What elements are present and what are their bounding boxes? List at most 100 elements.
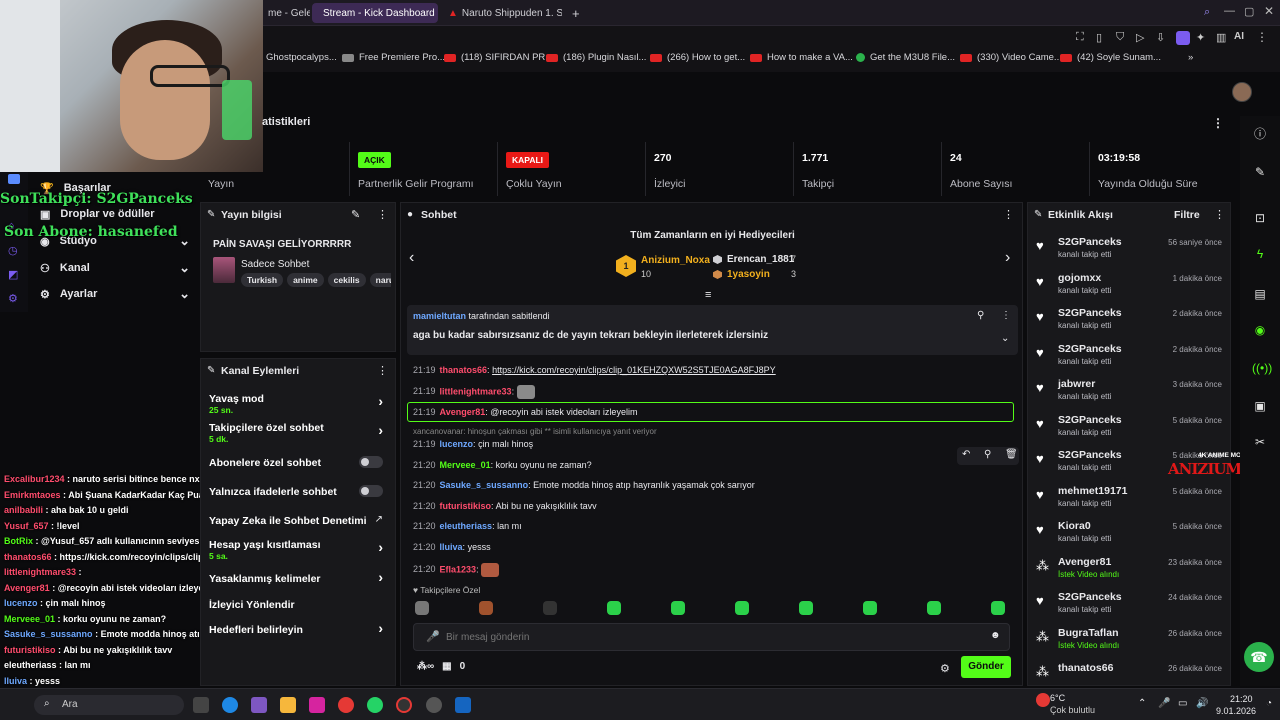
more-icon[interactable]: ⋮ — [1003, 208, 1014, 221]
bookmark-item[interactable]: Ghostpocalyps... — [266, 52, 337, 63]
bookmark-item[interactable]: (186) Plugin Nasıl... — [546, 52, 646, 63]
browser-tab-active[interactable]: Stream - Kick Dashboard — [312, 3, 438, 23]
activity-event[interactable]: ♥ S2GPanceks kanalı takip etti 24 dakika ön… — [1030, 589, 1228, 621]
edge-icon[interactable] — [222, 697, 238, 713]
more-icon[interactable]: ⋮ — [377, 364, 388, 377]
minimize-icon[interactable]: — — [1224, 5, 1235, 17]
followers-only-row[interactable]: Takipçilere özel sohbet 5 dk. — [209, 422, 389, 444]
pin-icon[interactable]: ⚲ — [977, 310, 984, 321]
target-icon[interactable]: ⊡ — [1252, 210, 1268, 226]
mic-icon[interactable]: 🎤 — [426, 630, 440, 643]
taskbar-search[interactable]: ⌕ Ara — [34, 695, 184, 715]
activity-event[interactable]: ♥ jabwrer kanalı takip etti 3 dakika önce — [1030, 376, 1228, 408]
support-chat-button[interactable]: ☎ — [1244, 642, 1274, 672]
copilot-icon[interactable] — [251, 697, 267, 713]
emote-button[interactable] — [735, 601, 749, 615]
network-icon[interactable]: ▭ — [1178, 698, 1187, 709]
bookmark-item[interactable]: (42) Soyle Sunam... — [1060, 52, 1161, 63]
chat-message[interactable]: 21:20 lluiva: yesss — [413, 542, 491, 552]
info-icon[interactable]: ⓘ — [1252, 126, 1268, 142]
collapse-icon[interactable]: ≡ — [705, 289, 711, 301]
store-icon[interactable]: ▦ — [442, 661, 451, 672]
chat-input[interactable] — [446, 629, 966, 645]
chat-message[interactable]: 21:20 Sasuke_s_sussanno: Emote modda hino… — [413, 480, 755, 490]
bookmark-item[interactable]: (330) Video Came... — [960, 52, 1062, 63]
user-avatar[interactable] — [1232, 82, 1252, 102]
goals-row[interactable]: Hedefleri belirleyin — [209, 624, 389, 636]
emote-button[interactable] — [671, 601, 685, 615]
pin-icon[interactable]: ⚲ — [984, 449, 991, 460]
bookmark-item[interactable]: How to make a VA... — [750, 52, 853, 63]
instagram-icon[interactable] — [309, 697, 325, 713]
chat-message[interactable]: 21:19 lucenzo: çin malı hinoş — [413, 439, 533, 449]
activity-event[interactable]: ⁂ Avenger81 İstek Video alındı 23 dakika ön… — [1030, 554, 1228, 586]
lightning-icon[interactable]: ϟ — [1252, 246, 1268, 262]
browser-tab[interactable]: me - Gele — [262, 3, 310, 23]
emoji-icon[interactable]: ☻ — [990, 630, 1001, 641]
ai-button[interactable]: AI — [1234, 31, 1244, 42]
activity-event[interactable]: ♥ S2GPanceks kanalı takip etti 2 dakika önc… — [1030, 305, 1228, 337]
volume-icon[interactable]: 🔊 — [1196, 698, 1208, 709]
bookmark-item[interactable]: Free Premiere Pro... — [342, 52, 445, 63]
send-button[interactable]: Gönder — [961, 656, 1011, 678]
chat-message[interactable]: 21:20 futuristikiso: Abi bu ne yakışıklıl… — [413, 501, 597, 511]
emote-button[interactable] — [799, 601, 813, 615]
gear-icon[interactable]: ⚙ — [940, 662, 950, 675]
banned-words-row[interactable]: Yasaklanmış kelimeler — [209, 573, 389, 585]
emote-button[interactable] — [543, 601, 557, 615]
chevron-down-icon[interactable]: ⌄ — [1001, 333, 1009, 344]
bookmark-overflow[interactable]: » — [1188, 52, 1193, 63]
more-icon[interactable]: ⋮ — [1001, 310, 1011, 321]
activity-event[interactable]: ♥ S2GPanceks kanalı takip etti 5 dakika önc… — [1030, 412, 1228, 444]
new-tab-button[interactable]: + — [566, 3, 582, 23]
tag-chip[interactable]: naru — [369, 273, 391, 287]
chevron-left-icon[interactable]: ‹ — [409, 249, 414, 267]
wrench-icon[interactable]: ✂ — [1252, 434, 1268, 450]
play-icon[interactable]: ▷ — [1136, 31, 1144, 44]
emote-button[interactable] — [863, 601, 877, 615]
whatsapp-icon[interactable] — [367, 697, 383, 713]
bookmark-item[interactable]: Get the M3U8 File... — [856, 52, 955, 63]
activity-event[interactable]: ♥ Kiora0 kanalı takip etti 5 dakika önce — [1030, 518, 1228, 550]
download-icon[interactable]: ⇩ — [1156, 31, 1165, 44]
chat-icon[interactable]: ◉ — [1252, 322, 1268, 338]
activity-event[interactable]: ♥ S2GPanceks kanalı takip etti 56 saniye ön… — [1030, 234, 1228, 266]
extension-icon[interactable] — [1176, 31, 1190, 45]
emote-button[interactable] — [415, 601, 429, 615]
emotes-only-toggle[interactable] — [359, 485, 383, 497]
chat-message[interactable]: 21:19 Avenger81: @recoyin abi istek video… — [413, 407, 637, 417]
twitch-icon[interactable] — [8, 174, 20, 184]
app-icon[interactable] — [426, 697, 442, 713]
tag-chip[interactable]: Turkish — [241, 273, 284, 287]
activity-event[interactable]: ♥ S2GPanceks kanalı takip etti 2 dakika önc… — [1030, 341, 1228, 373]
nav-item-drops[interactable]: ▣ Droplar ve ödüller — [40, 204, 155, 224]
chevron-right-icon[interactable]: › — [378, 422, 383, 438]
notification-icon[interactable]: ◔ — [1266, 698, 1272, 709]
mic-icon[interactable]: 🎤 — [1158, 698, 1170, 709]
fullscreen-icon[interactable]: ⛶ — [1076, 31, 1084, 44]
more-icon[interactable]: ⋮ — [377, 208, 388, 221]
maximize-icon[interactable]: ▢ — [1244, 5, 1254, 18]
ai-moderation-row[interactable]: Yapay Zeka ile Sohbet Denetimi — [209, 515, 389, 527]
chat-message[interactable]: 21:20 Merveee_01: korku oyunu ne zaman? — [413, 460, 592, 470]
opera-icon[interactable] — [396, 697, 412, 713]
chevron-right-icon[interactable]: › — [378, 393, 383, 409]
layout-icon[interactable]: ▣ — [1252, 398, 1268, 414]
nav-item-channel[interactable]: ⚇ Kanal ⌄ — [40, 258, 190, 278]
app-icon[interactable] — [455, 697, 471, 713]
emote-button[interactable] — [927, 601, 941, 615]
chat-message[interactable]: 21:19 thanatos66: https://kick.com/recoyi… — [413, 365, 776, 375]
close-icon[interactable]: ✕ — [1264, 4, 1274, 18]
bookmark-item[interactable]: (266) How to get... — [650, 52, 745, 63]
broadcast-icon[interactable]: ((•)) — [1252, 360, 1272, 376]
chat-message[interactable]: 21:19 littlenightmare33: — [413, 385, 535, 399]
document-icon[interactable]: ▤ — [1252, 286, 1268, 302]
host-row[interactable]: İzleyici Yönlendir — [209, 599, 389, 611]
subscribers-only-toggle[interactable] — [359, 456, 383, 468]
more-icon[interactable]: ⋮ — [1214, 208, 1225, 221]
emote-button[interactable] — [479, 601, 493, 615]
pencil-icon[interactable]: ✎ — [1252, 164, 1268, 180]
activity-event[interactable]: ♥ gojomxx kanalı takip etti 1 dakika önce — [1030, 270, 1228, 302]
delete-icon[interactable]: 🗑 — [1005, 449, 1018, 460]
tag-chip[interactable]: cekilis — [327, 273, 366, 287]
